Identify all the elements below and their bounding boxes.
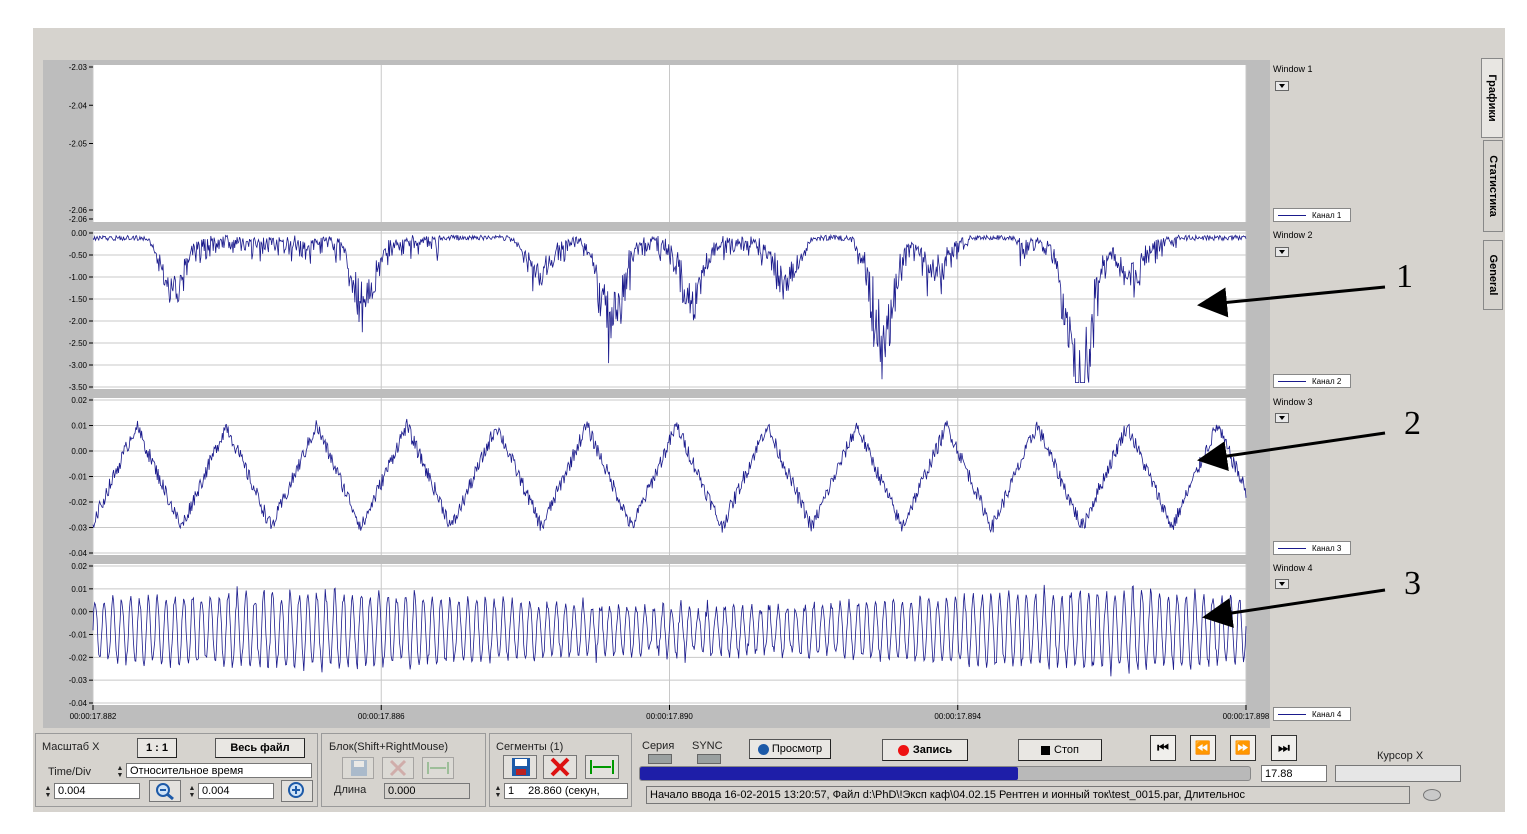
range-icon bbox=[427, 762, 449, 774]
progress-fill bbox=[640, 767, 1019, 780]
sync-label: SYNC bbox=[692, 740, 723, 752]
zoom-in-icon bbox=[288, 782, 304, 798]
value2-spinner[interactable]: ▲ ▼ bbox=[188, 785, 196, 799]
range-icon bbox=[590, 760, 614, 774]
delete-icon bbox=[550, 757, 570, 777]
delete-icon bbox=[389, 759, 407, 777]
full-file-button[interactable]: Весь файл bbox=[215, 738, 305, 758]
fast-forward-icon: ⏩ bbox=[1234, 740, 1252, 755]
time-div-label: Time/Div bbox=[48, 766, 91, 778]
series-indicator[interactable] bbox=[648, 754, 672, 764]
value1-spinner[interactable]: ▲ ▼ bbox=[44, 785, 52, 799]
series-label: Серия bbox=[642, 740, 675, 752]
stop-button[interactable]: Стоп bbox=[1018, 739, 1102, 761]
block-length-label: Длина bbox=[334, 784, 367, 796]
segment-spinner[interactable]: ▲ ▼ bbox=[494, 785, 502, 799]
block-save-button[interactable] bbox=[342, 757, 374, 779]
cursor-field bbox=[1335, 765, 1461, 782]
rewind-icon: ⏪ bbox=[1194, 740, 1212, 755]
status-led bbox=[1423, 789, 1441, 801]
sync-indicator[interactable] bbox=[697, 754, 721, 764]
annotation-arrows bbox=[1197, 285, 1386, 628]
zoom-out-button[interactable] bbox=[149, 780, 181, 802]
floppy-icon bbox=[351, 760, 367, 776]
play-icon bbox=[757, 743, 769, 755]
block-delete-button[interactable] bbox=[382, 757, 414, 779]
arrow-1 bbox=[1197, 285, 1386, 318]
annotation-1: 1 bbox=[1396, 258, 1413, 295]
arrow-2 bbox=[1197, 431, 1386, 471]
cursor-label: Курсор X bbox=[1377, 750, 1424, 762]
segments-title: Сегменты (1) bbox=[496, 741, 564, 753]
segment-save-button[interactable] bbox=[503, 755, 537, 779]
first-button[interactable]: ⏮ bbox=[1150, 735, 1176, 761]
status-bar: Начало ввода 16-02-2015 13:20:57, Файл d… bbox=[646, 786, 1410, 804]
segment-delete-button[interactable] bbox=[543, 755, 577, 779]
annotation-2: 2 bbox=[1404, 405, 1421, 442]
progress-track[interactable] bbox=[639, 766, 1251, 781]
mode-spinner[interactable]: ▲ ▼ bbox=[116, 765, 124, 779]
arrow-3 bbox=[1202, 588, 1386, 628]
block-range-button[interactable] bbox=[422, 757, 454, 779]
stop-icon bbox=[1041, 745, 1051, 755]
block-title: Блок(Shift+RightMouse) bbox=[329, 741, 449, 753]
last-button[interactable]: ⏭ bbox=[1271, 735, 1297, 761]
zoom-in-button[interactable] bbox=[281, 780, 313, 802]
time-div-field[interactable]: 0.004 bbox=[54, 783, 140, 799]
ratio-button[interactable]: 1 : 1 bbox=[137, 738, 177, 758]
segment-field[interactable]: 1 28.860 (секун, bbox=[504, 783, 628, 799]
time-mode-field[interactable]: Относительное время bbox=[126, 763, 312, 778]
record-button[interactable]: Запись bbox=[882, 739, 968, 761]
forward-button[interactable]: ⏩ bbox=[1230, 735, 1256, 761]
skip-first-icon: ⏮ bbox=[1157, 740, 1169, 755]
zoom-out-icon bbox=[156, 783, 174, 801]
annotation-3: 3 bbox=[1404, 565, 1421, 602]
view-button[interactable]: Просмотр bbox=[749, 739, 831, 759]
position-field[interactable]: 17.88 bbox=[1261, 765, 1327, 782]
record-icon bbox=[897, 744, 909, 756]
block-length-field: 0.000 bbox=[384, 783, 470, 799]
scale-title: Масштаб X bbox=[42, 741, 100, 753]
rewind-button[interactable]: ⏪ bbox=[1190, 735, 1216, 761]
skip-last-icon: ⏭ bbox=[1278, 740, 1290, 755]
floppy-icon bbox=[512, 758, 530, 776]
zoom-value-field[interactable]: 0.004 bbox=[198, 783, 274, 799]
segment-range-button[interactable] bbox=[585, 755, 619, 779]
